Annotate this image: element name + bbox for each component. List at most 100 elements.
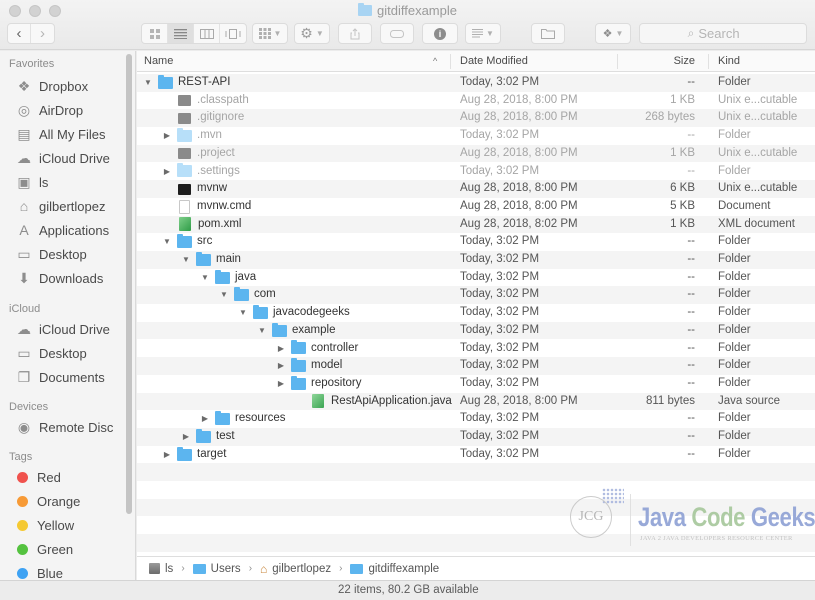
disclosure-expanded-icon[interactable]: ▼ <box>143 74 153 92</box>
file-size: -- <box>687 253 695 265</box>
file-row[interactable]: ▶ .mvn Today, 3:02 PM -- Folder <box>137 127 815 145</box>
sidebar-item-desktop[interactable]: ▭ Desktop <box>15 243 86 265</box>
share-button[interactable] <box>338 23 372 44</box>
column-header-kind[interactable]: Kind <box>718 51 740 72</box>
edit-tags-button[interactable] <box>380 23 414 44</box>
disclosure-expanded-icon[interactable]: ▼ <box>181 251 191 269</box>
column-divider[interactable] <box>450 54 451 69</box>
disclosure-collapsed-icon[interactable]: ▶ <box>162 127 172 145</box>
sidebar-item-icloud-drive[interactable]: ☁ iCloud Drive <box>15 147 110 169</box>
new-folder-button[interactable] <box>531 23 565 44</box>
get-info-button[interactable]: i <box>422 23 458 44</box>
list-view-button[interactable] <box>168 24 194 43</box>
disclosure-collapsed-icon[interactable]: ▶ <box>276 375 286 393</box>
cloud-icon: ☁ <box>17 320 31 337</box>
file-kind: XML document <box>718 217 795 230</box>
file-date: Aug 28, 2018, 8:00 PM <box>460 111 578 124</box>
disclosure-expanded-icon[interactable]: ▼ <box>219 286 229 304</box>
file-row[interactable]: ▼ java Today, 3:02 PM -- Folder <box>137 269 815 287</box>
disclosure-expanded-icon[interactable]: ▼ <box>238 304 248 322</box>
file-row[interactable]: ▼ com Today, 3:02 PM -- Folder <box>137 286 815 305</box>
disclosure-collapsed-icon[interactable]: ▶ <box>200 410 210 428</box>
sidebar-item-tag-blue[interactable]: Blue <box>15 562 63 581</box>
sidebar-item-all-my-files[interactable]: ▤ All My Files <box>15 123 105 145</box>
column-header-size[interactable]: Size <box>617 51 695 72</box>
file-row[interactable]: ▶ target Today, 3:02 PM -- Folder <box>137 446 815 464</box>
file-kind: Folder <box>718 164 751 177</box>
disclosure-collapsed-icon[interactable]: ▶ <box>276 357 286 375</box>
file-row[interactable]: ▶ model Today, 3:02 PM -- Folder <box>137 357 815 375</box>
file-row[interactable]: ▼ main Today, 3:02 PM -- Folder <box>137 251 815 269</box>
disclosure-collapsed-icon[interactable]: ▶ <box>276 340 286 358</box>
file-row[interactable]: mvnw Aug 28, 2018, 8:00 PM 6 KB Unix e...cu… <box>137 180 815 198</box>
disclosure-collapsed-icon[interactable]: ▶ <box>162 163 172 181</box>
path-item-gilbertlopez[interactable]: ⌂ gilbertlopez <box>260 562 331 576</box>
file-row[interactable]: ▼ javacodegeeks Today, 3:02 PM -- Folder <box>137 304 815 322</box>
file-row[interactable]: ▶ repository Today, 3:02 PM -- Folder <box>137 375 815 393</box>
disclosure-expanded-icon[interactable]: ▼ <box>162 233 172 251</box>
file-row[interactable]: ▶ resources Today, 3:02 PM -- Folder <box>137 410 815 428</box>
path-item-gitdiffexample[interactable]: gitdiffexample <box>350 563 439 575</box>
file-row[interactable]: RestApiApplication.java Aug 28, 2018, 8:0… <box>137 392 815 411</box>
column-header-date[interactable]: Date Modified <box>460 51 528 72</box>
column-header-name[interactable]: Name <box>144 51 173 72</box>
dropbox-icon: ❖ <box>602 28 613 40</box>
sidebar-item-tag-green[interactable]: Green <box>15 538 73 560</box>
disclosure-collapsed-icon[interactable]: ▶ <box>162 446 172 464</box>
file-size: -- <box>687 430 695 442</box>
file-row[interactable]: .classpath Aug 28, 2018, 8:00 PM 1 KB Unix … <box>137 92 815 110</box>
file-name: model <box>311 359 343 372</box>
file-row[interactable]: ▼ src Today, 3:02 PM -- Folder <box>137 233 815 251</box>
file-row[interactable]: mvnw.cmd Aug 28, 2018, 8:00 PM 5 KB Documen… <box>137 198 815 216</box>
file-date: Today, 3:02 PM <box>460 270 540 283</box>
disclosure-expanded-icon[interactable]: ▼ <box>257 322 267 340</box>
forward-button[interactable]: › <box>31 24 54 43</box>
sidebar-item-tag-red[interactable]: Red <box>15 466 61 488</box>
search-input[interactable] <box>698 26 759 41</box>
dropbox-button[interactable]: ❖ ▼ <box>595 23 631 44</box>
file-name-cell: pom.xml <box>162 216 241 234</box>
sidebar-item-airdrop[interactable]: ◎ AirDrop <box>15 99 83 121</box>
sidebar-item-gilbertlopez[interactable]: ⌂ gilbertlopez <box>15 195 106 217</box>
path-item-users[interactable]: Users <box>192 563 241 575</box>
file-name-cell: ▶ model <box>276 357 342 375</box>
sidebar-item-documents[interactable]: ❐ Documents <box>15 366 105 388</box>
search-field[interactable]: ⌕ <box>639 23 807 44</box>
file-row[interactable]: ▶ controller Today, 3:02 PM -- Folder <box>137 340 815 358</box>
disclosure-expanded-icon[interactable]: ▼ <box>200 269 210 287</box>
sort-options-button[interactable]: ▼ <box>465 23 501 44</box>
icon-view-button[interactable] <box>142 24 168 43</box>
file-name: mvnw.cmd <box>197 199 252 212</box>
file-row[interactable]: ▼ example Today, 3:02 PM -- Folder <box>137 321 815 340</box>
cover-flow-view-button[interactable] <box>220 24 246 43</box>
sidebar-item-tag-orange[interactable]: Orange <box>15 490 80 512</box>
executable-file-icon <box>178 148 191 160</box>
file-row[interactable]: ▼ REST-API Today, 3:02 PM -- Folder <box>137 74 815 92</box>
arrange-button[interactable]: ▼ <box>252 23 288 44</box>
column-divider[interactable] <box>708 54 709 69</box>
sidebar-item-icloud-desktop[interactable]: ▭ Desktop <box>15 342 86 364</box>
file-row[interactable]: .gitignore Aug 28, 2018, 8:00 PM 268 bytes… <box>137 109 815 128</box>
file-row[interactable]: ▶ test Today, 3:02 PM -- Folder <box>137 428 815 446</box>
file-row[interactable]: ▶ .settings Today, 3:02 PM -- Folder <box>137 163 815 181</box>
sidebar-item-tag-yellow[interactable]: Yellow <box>15 514 74 536</box>
sidebar-scrollbar[interactable] <box>126 54 132 514</box>
column-view-button[interactable] <box>194 24 220 43</box>
sidebar-item-remote-disc[interactable]: ◉ Remote Disc <box>15 416 114 438</box>
sidebar-item-ls[interactable]: ▣ ls <box>15 171 48 193</box>
disclosure-collapsed-icon[interactable]: ▶ <box>181 428 191 446</box>
action-button[interactable]: ⚙ ▼ <box>294 23 330 44</box>
sidebar-item-label: iCloud Drive <box>39 321 110 337</box>
path-item-ls[interactable]: ls <box>149 563 173 575</box>
sidebar-item-dropbox[interactable]: ❖ Dropbox <box>15 75 88 97</box>
list-icon <box>174 28 187 39</box>
disc-icon: ◉ <box>17 418 31 435</box>
file-name: mvnw <box>197 182 228 195</box>
file-kind: Document <box>718 199 771 212</box>
sidebar-item-applications[interactable]: A Applications <box>15 219 109 241</box>
back-button[interactable]: ‹ <box>8 24 32 43</box>
sidebar-item-downloads[interactable]: ⬇ Downloads <box>15 267 103 289</box>
file-row[interactable]: pom.xml Aug 28, 2018, 8:02 PM 1 KB XML docu… <box>137 215 815 234</box>
sidebar-item-icloud-drive-2[interactable]: ☁ iCloud Drive <box>15 318 110 340</box>
file-row[interactable]: .project Aug 28, 2018, 8:00 PM 1 KB Unix e.… <box>137 144 815 163</box>
